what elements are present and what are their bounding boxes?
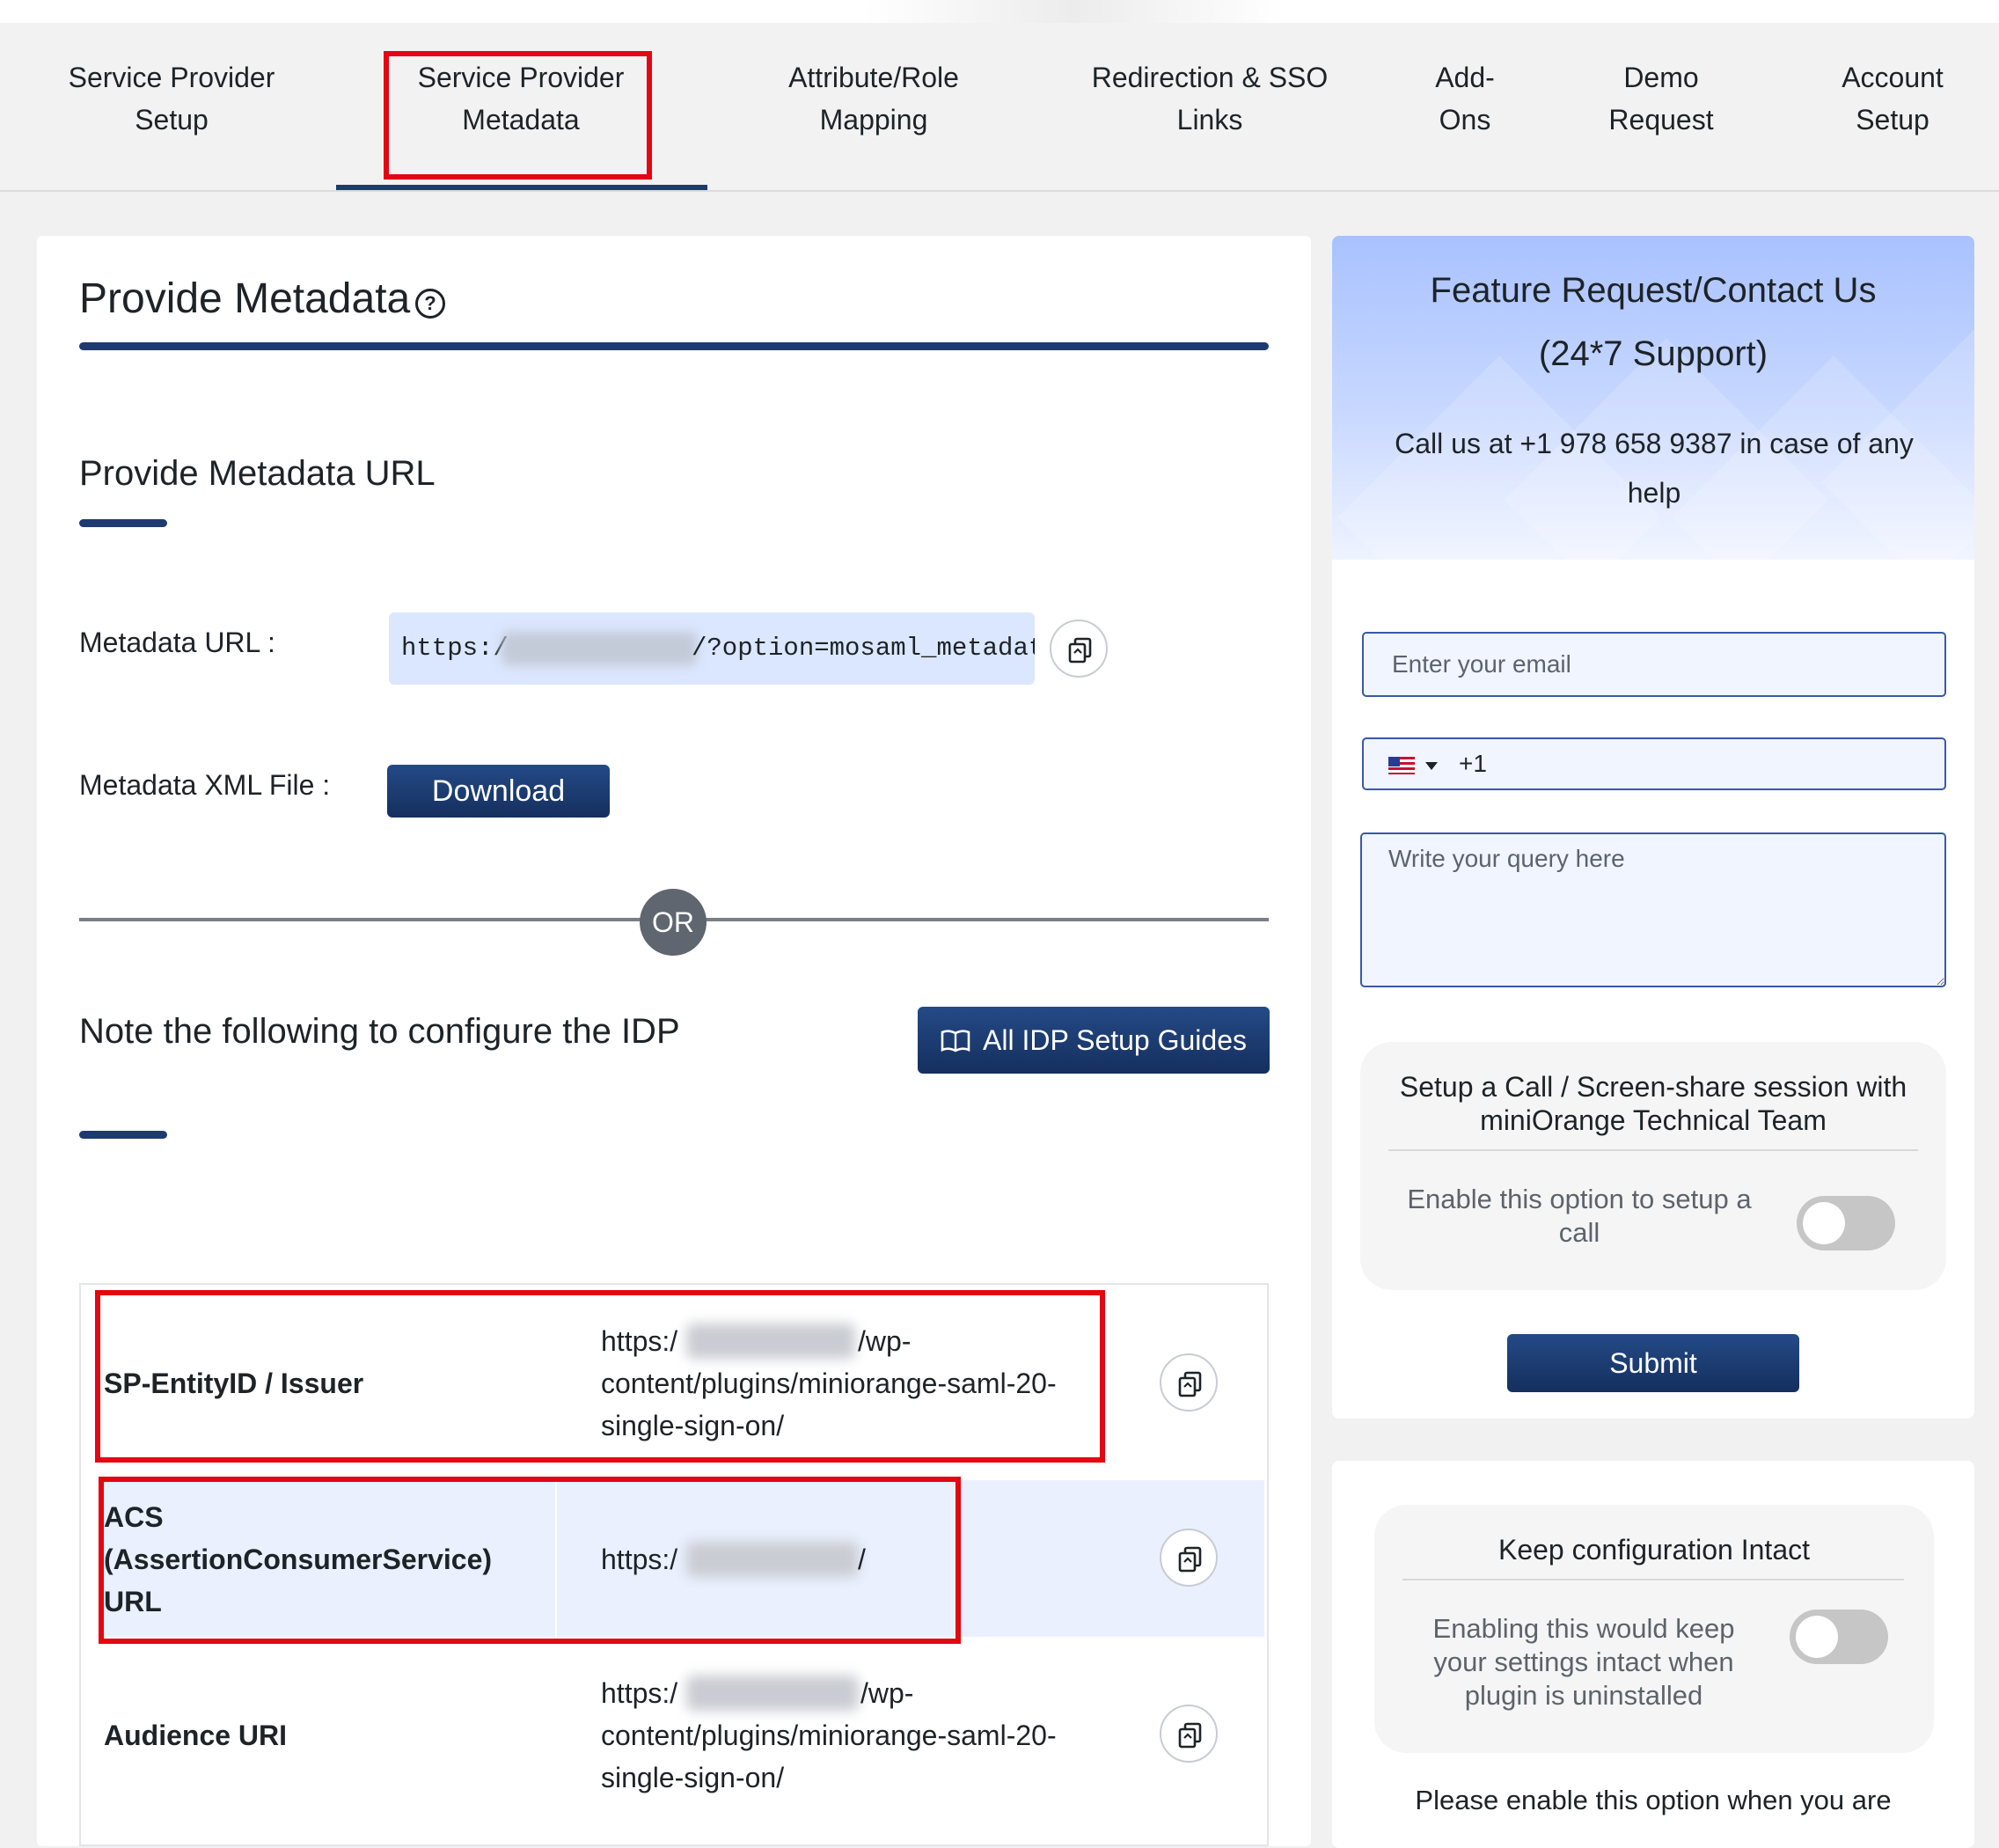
table-row-value-line: content/plugins/miniorange-saml-20-	[601, 1368, 1057, 1399]
contact-subtitle: (24*7 Support)	[1538, 334, 1768, 373]
download-button[interactable]: Download	[387, 765, 610, 818]
submit-button[interactable]: Submit	[1507, 1334, 1799, 1392]
heading-underline	[79, 519, 167, 527]
table-row-key-audience: Audience URI	[104, 1720, 288, 1751]
redacted-host	[502, 632, 697, 665]
metadata-url-field[interactable]: https:/ /?option=mosaml_metadata	[389, 612, 1035, 685]
tab-label-line1: Service Provider	[417, 62, 625, 93]
tab-label-line1: Demo	[1623, 62, 1699, 93]
table-row-value-line: content/plugins/miniorange-saml-20-	[601, 1720, 1057, 1751]
email-field[interactable]	[1362, 632, 1946, 697]
tab-demo-request[interactable]: Demo Request	[1584, 56, 1739, 141]
tab-redirection-sso-links[interactable]: Redirection & SSO Links	[1073, 56, 1346, 141]
table-row-value-line: https:/	[601, 1677, 678, 1709]
tab-label-line1: Account	[1842, 62, 1944, 93]
setup-call-title: Setup a Call / Screen-share session with…	[1399, 1071, 1907, 1136]
book-icon	[941, 1030, 970, 1052]
tab-label-line1: Redirection & SSO	[1091, 62, 1329, 93]
table-row-value-line: single-sign-on/	[601, 1410, 785, 1441]
tab-label-line1: Attribute/Role	[788, 62, 959, 93]
table-row-value-line: /wp-	[858, 1325, 912, 1357]
query-field[interactable]	[1360, 832, 1946, 987]
table-row-key-entityid: SP-EntityID / Issuer	[104, 1368, 364, 1399]
title-underline	[79, 342, 1269, 350]
configure-idp-heading: Note the following to configure the IDP	[79, 1012, 680, 1051]
tab-label-line2: Metadata	[462, 104, 580, 136]
metadata-url-label: Metadata URL :	[79, 627, 275, 658]
or-divider-badge: OR	[640, 889, 707, 956]
copy-icon	[1178, 1371, 1202, 1397]
table-row-value-acs: https:/	[601, 1544, 678, 1575]
table-row-value-line: /wp-	[860, 1677, 914, 1709]
tab-label-line2: Ons	[1439, 104, 1491, 136]
metadata-url-prefix: https:/	[401, 634, 509, 663]
copy-icon	[1178, 1722, 1202, 1749]
panel-divider	[1388, 1149, 1918, 1151]
tab-label-line1: Service Provider	[68, 62, 275, 93]
tab-label-line2: Setup	[135, 104, 209, 136]
tab-service-provider-setup[interactable]: Service Provider Setup	[48, 56, 295, 141]
keep-config-toggle-text: Enabling this would keep your settings i…	[1432, 1613, 1735, 1711]
panel-divider	[1402, 1579, 1904, 1580]
copy-audience-uri-button[interactable]	[1160, 1705, 1218, 1763]
top-strip	[0, 0, 1999, 23]
keep-config-title: Keep configuration Intact	[1497, 1534, 1810, 1566]
keep-config-note: Please enable this option when you are	[1415, 1785, 1892, 1815]
contact-title: Feature Request/Contact Us	[1430, 271, 1877, 310]
active-tab-underline	[336, 185, 707, 190]
table-row-key-acs-line: URL	[104, 1586, 162, 1617]
table-row-value-line: https:/	[601, 1325, 678, 1357]
metadata-xml-label: Metadata XML File :	[79, 769, 331, 801]
table-row-value-acs-suffix: /	[858, 1544, 866, 1575]
page-title: Provide Metadata	[79, 275, 411, 322]
tab-label-line2: Mapping	[819, 104, 928, 136]
metadata-url-suffix: /?option=mosaml_metadata	[692, 634, 1035, 663]
top-strip-fade	[862, 0, 1285, 23]
toggle-knob	[1796, 1616, 1838, 1658]
redacted-host	[686, 1324, 855, 1359]
tab-label-line2: Links	[1176, 104, 1243, 136]
tab-account-setup[interactable]: Account Setup	[1818, 56, 1967, 141]
redacted-host	[686, 1542, 859, 1577]
guides-button-label: All IDP Setup Guides	[982, 1024, 1247, 1056]
copy-icon	[1068, 637, 1092, 664]
metadata-url-heading: Provide Metadata URL	[79, 454, 436, 493]
table-column-separator	[555, 1480, 557, 1637]
phone-field[interactable]: +1	[1362, 737, 1946, 790]
tab-label-line2: Setup	[1856, 104, 1929, 136]
tab-attribute-role-mapping[interactable]: Attribute/Role Mapping	[755, 56, 992, 141]
help-icon[interactable]: ?	[415, 289, 445, 319]
setup-call-toggle[interactable]	[1797, 1196, 1895, 1250]
copy-icon	[1178, 1546, 1202, 1573]
copy-acs-url-button[interactable]	[1160, 1529, 1218, 1587]
tab-service-provider-metadata[interactable]: Service Provider Metadata	[398, 56, 644, 141]
contact-phone-text: Call us at +1 978 658 9387 in case of an…	[1395, 428, 1914, 509]
copy-metadata-url-button[interactable]	[1050, 620, 1108, 678]
tab-label-line2: Request	[1608, 104, 1714, 136]
tab-add-ons[interactable]: Add- Ons	[1408, 56, 1522, 141]
table-row-key-acs-line: ACS	[104, 1501, 164, 1533]
keep-config-toggle[interactable]	[1790, 1610, 1888, 1664]
phone-country-code: +1	[1459, 750, 1487, 777]
table-row-key-acs-line: (AssertionConsumerService)	[104, 1544, 493, 1575]
us-flag-icon[interactable]	[1388, 757, 1415, 774]
tab-label-line1: Add-	[1435, 62, 1495, 93]
toggle-knob	[1803, 1202, 1845, 1244]
redacted-host	[686, 1676, 859, 1711]
caret-down-icon[interactable]	[1425, 762, 1438, 770]
copy-entityid-button[interactable]	[1160, 1353, 1218, 1412]
table-row-value-line: single-sign-on/	[601, 1762, 785, 1793]
heading-underline	[79, 1131, 167, 1139]
setup-call-toggle-text: Enable this option to setup a call	[1407, 1184, 1752, 1248]
all-idp-setup-guides-button[interactable]: All IDP Setup Guides	[918, 1007, 1270, 1074]
